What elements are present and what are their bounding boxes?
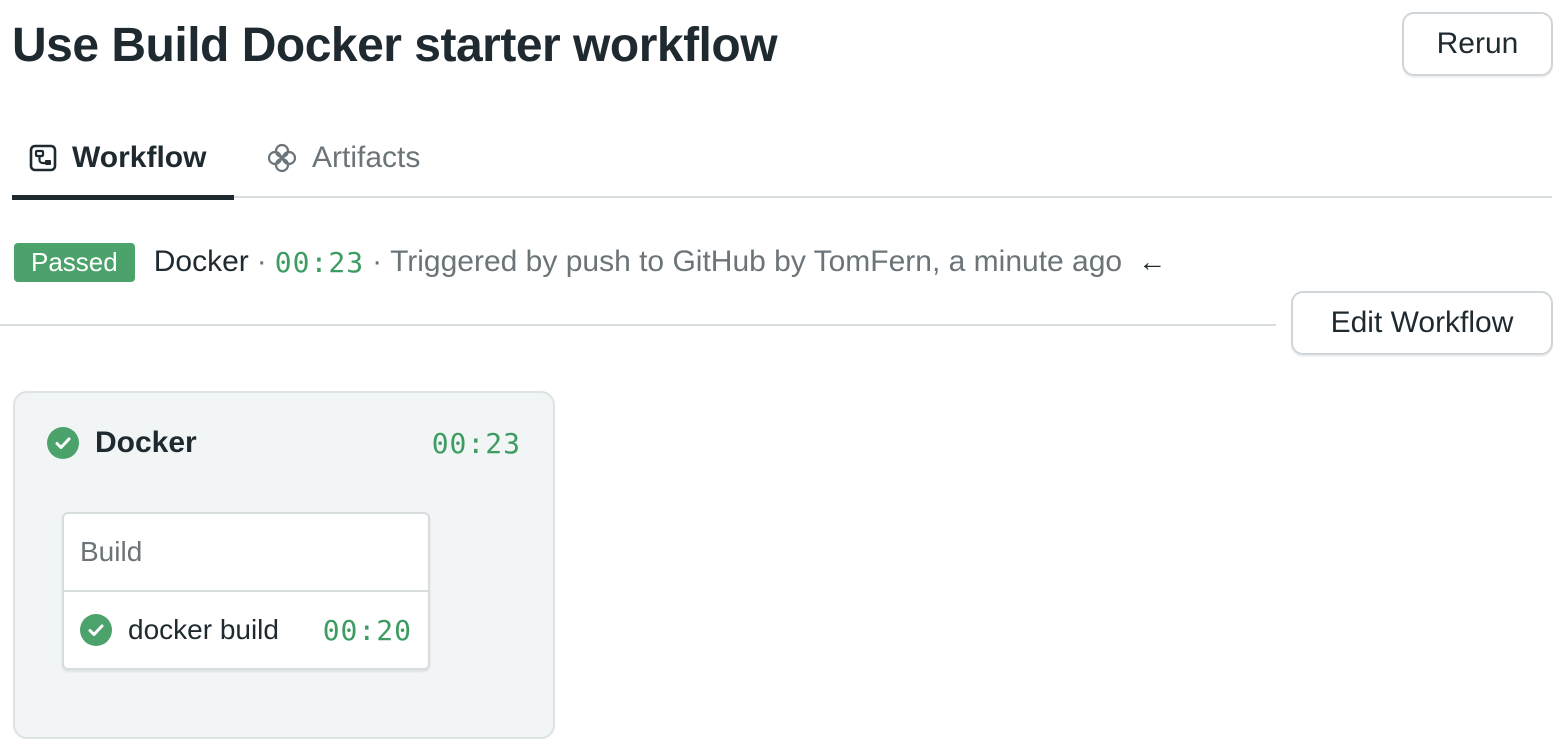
artifacts-icon	[266, 142, 298, 174]
separator: ·	[372, 245, 383, 278]
block-title: Docker	[95, 426, 197, 459]
job-group-card: Build docker build 00:20	[62, 512, 430, 670]
trigger-text: Triggered by push to GitHub by TomFern, …	[390, 245, 1123, 278]
status-badge: Passed	[14, 242, 135, 282]
workflow-page: Use Build Docker starter workflow Rerun …	[0, 0, 1564, 754]
pipeline-name: Docker	[153, 245, 249, 278]
workflow-icon	[28, 143, 58, 173]
check-circle-icon	[47, 427, 79, 459]
tab-artifacts[interactable]: Artifacts	[266, 118, 420, 198]
pipeline-status-row: Passed Docker · 00:23 · Triggered by pus…	[14, 240, 1166, 284]
tab-artifacts-label: Artifacts	[312, 141, 421, 174]
edit-workflow-button[interactable]: Edit Workflow	[1291, 291, 1553, 355]
pipeline-block: Docker 00:23 Build docker build 00:20	[13, 391, 555, 739]
block-duration: 00:23	[431, 426, 521, 460]
arrow-left-icon[interactable]: ←	[1138, 246, 1166, 278]
tab-bar: Workflow Artifacts	[12, 118, 1552, 200]
job-duration: 00:20	[322, 613, 412, 647]
page-title: Use Build Docker starter workflow	[12, 19, 778, 72]
divider	[0, 324, 1276, 326]
job-name: docker build	[128, 614, 279, 645]
block-header: Docker 00:23	[47, 423, 521, 463]
job-row[interactable]: docker build 00:20	[64, 592, 428, 668]
check-circle-icon	[80, 614, 112, 646]
tab-workflow[interactable]: Workflow	[12, 118, 234, 200]
rerun-button[interactable]: Rerun	[1402, 12, 1553, 76]
job-group-title: Build	[64, 514, 428, 592]
tab-workflow-label: Workflow	[72, 141, 207, 174]
pipeline-duration: 00:23	[274, 245, 365, 279]
separator: ·	[256, 245, 267, 278]
